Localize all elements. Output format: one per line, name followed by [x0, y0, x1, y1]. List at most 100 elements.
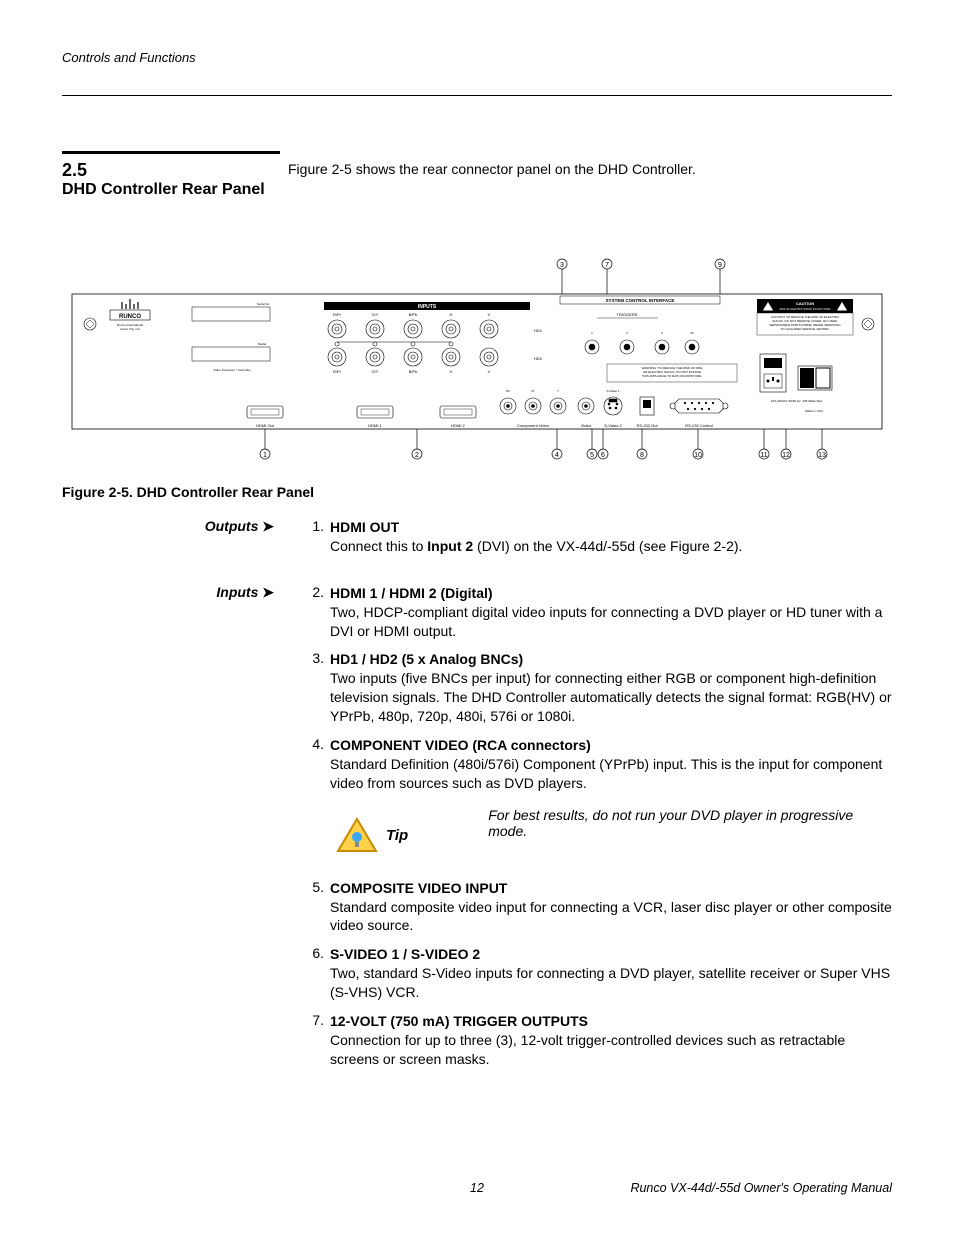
made-label: Made in USA	[805, 409, 823, 413]
callout-3: 3	[560, 262, 564, 269]
hdmi-out-label: HDMI Out	[256, 423, 275, 428]
section-number: 2.5	[62, 160, 280, 181]
svg-text:G/Y: G/Y	[372, 312, 379, 317]
svg-text:CAUTION: CAUTION	[796, 301, 814, 306]
brand-name: RUNCO	[119, 314, 141, 320]
list-item: 2. HDMI 1 / HDMI 2 (Digital) Two, HDCP-c…	[308, 584, 892, 641]
hd2-label: HD2	[534, 356, 543, 361]
sci-label: SYSTEM CONTROL INTERFACE	[606, 298, 675, 303]
svg-text:TO QUALIFIED SERVICE CENTER.: TO QUALIFIED SERVICE CENTER.	[781, 327, 830, 331]
item-title: COMPOSITE VIDEO INPUT	[330, 879, 892, 898]
callout-10: 10	[694, 452, 702, 459]
doc-title: Runco VX-44d/-55d Owner's Operating Manu…	[630, 1181, 892, 1195]
video-label: Video	[581, 423, 592, 428]
item-desc: Connection for up to three (3), 12-volt …	[330, 1031, 892, 1069]
svg-text:RISK OF ELECTRIC SHOCK DO NOT: RISK OF ELECTRIC SHOCK DO NOT OPEN	[780, 308, 831, 311]
outputs-label: Outputs	[205, 518, 259, 534]
item-desc: Standard composite video input for conne…	[330, 898, 892, 936]
list-item: 4. COMPONENT VIDEO (RCA connectors) Stan…	[308, 736, 892, 793]
rs232out-label: RS-232 Out	[636, 423, 658, 428]
svg-text:V: V	[488, 369, 491, 374]
list-item: 6. S-VIDEO 1 / S-VIDEO 2 Two, standard S…	[308, 945, 892, 1002]
callout-13: 13	[818, 452, 826, 459]
page-header: Controls and Functions	[62, 50, 892, 96]
section-path: Controls and Functions	[62, 50, 196, 65]
item-title: HDMI OUT	[330, 518, 892, 537]
item-number: 7.	[308, 1012, 330, 1069]
svg-text:THIS APPLIANCE TO RAIN OR MOIS: THIS APPLIANCE TO RAIN OR MOISTURE.	[642, 374, 702, 378]
svg-text:R/Pr: R/Pr	[333, 369, 342, 374]
item-number: 1.	[308, 518, 330, 556]
section-rule	[62, 151, 280, 154]
item-desc: Standard Definition (480i/576i) Componen…	[330, 755, 892, 793]
page-number: 12	[470, 1181, 484, 1195]
item-desc: Two, standard S-Video inputs for connect…	[330, 964, 892, 1002]
sv1-label: S-Video 1	[606, 389, 619, 393]
hd1-label: HD1	[534, 328, 543, 333]
sv2-label: S-Video 2	[604, 423, 622, 428]
arrow-icon: ➤	[262, 518, 274, 534]
arrow-icon: ➤	[262, 584, 274, 600]
list-item: 7. 12-VOLT (750 mA) TRIGGER OUTPUTS Conn…	[308, 1012, 892, 1069]
hdmi1-label: HDMI 1	[368, 423, 382, 428]
item-title: COMPONENT VIDEO (RCA connectors)	[330, 736, 892, 755]
list-item: 5. COMPOSITE VIDEO INPUT Standard compos…	[308, 879, 892, 936]
item-desc: Two inputs (five BNCs per input) for con…	[330, 669, 892, 726]
model-label: Model	[258, 342, 267, 346]
component-label: Component Video	[517, 423, 550, 428]
callout-6: 6	[601, 452, 605, 459]
callout-2: 2	[415, 452, 419, 459]
callout-7: 7	[605, 262, 609, 269]
callout-8: 8	[640, 452, 644, 459]
inputs-label: Inputs	[216, 584, 258, 600]
hdmi2-label: HDMI 2	[451, 423, 465, 428]
item-title: 12-VOLT (750 mA) TRIGGER OUTPUTS	[330, 1012, 892, 1031]
item-desc: Connect this to Input 2 (DVI) on the VX-…	[330, 537, 892, 556]
svg-text:B/Pb: B/Pb	[409, 312, 418, 317]
callout-4: 4	[555, 452, 559, 459]
rs232ctrl-label: RS-232 Control	[685, 423, 713, 428]
item-number: 4.	[308, 736, 330, 793]
callout-5: 5	[590, 452, 594, 459]
power-label: 100-230VAC 50/60 Hz, 195 Watts Max.	[771, 399, 823, 403]
figure-caption: Figure 2-5. DHD Controller Rear Panel	[62, 484, 892, 500]
section-heading-row: 2.5 DHD Controller Rear Panel Figure 2-5…	[62, 160, 892, 199]
svg-text:V: V	[488, 312, 491, 317]
item-number: 3.	[308, 650, 330, 726]
item-title: S-VIDEO 1 / S-VIDEO 2	[330, 945, 892, 964]
callout-11: 11	[760, 452, 767, 459]
tip-block: Tip For best results, do not run your DV…	[308, 817, 892, 855]
item-title: HD1 / HD2 (5 x Analog BNCs)	[330, 650, 892, 669]
outputs-block: Outputs ➤ 1. HDMI OUT Connect this to In…	[62, 518, 892, 566]
svg-text:B/Pb: B/Pb	[409, 369, 418, 374]
inputs-callout: Inputs ➤	[62, 584, 280, 601]
tip-icon	[336, 817, 378, 855]
svg-text:G/Y: G/Y	[372, 369, 379, 374]
proc-label: Video Processor / Controller	[213, 368, 250, 372]
section-title: DHD Controller Rear Panel	[62, 181, 280, 199]
triggers-label: TRIGGERS	[617, 312, 638, 317]
svg-text:R/Pr: R/Pr	[333, 312, 342, 317]
tip-text: For best results, do not run your DVD pl…	[488, 807, 892, 839]
item-title: HDMI 1 / HDMI 2 (Digital)	[330, 584, 892, 603]
outputs-callout: Outputs ➤	[62, 518, 280, 535]
section-heading: 2.5 DHD Controller Rear Panel	[62, 160, 280, 199]
callout-1: 1	[263, 452, 267, 459]
item-number: 2.	[308, 584, 330, 641]
svg-text:H: H	[450, 312, 453, 317]
item-desc: Two, HDCP-compliant digital video inputs…	[330, 603, 892, 641]
inputs-block: Inputs ➤ 2. HDMI 1 / HDMI 2 (Digital) Tw…	[62, 584, 892, 1079]
tip-label: Tip	[386, 827, 408, 844]
page-footer: 12 Runco VX-44d/-55d Owner's Operating M…	[62, 1181, 892, 1195]
item-number: 6.	[308, 945, 330, 1002]
inputs-banner: INPUTS	[418, 304, 437, 310]
callout-9: 9	[718, 262, 722, 269]
callout-12: 12	[782, 452, 790, 459]
svg-text:Y: Y	[557, 389, 559, 393]
list-item: 1. HDMI OUT Connect this to Input 2 (DVI…	[308, 518, 892, 556]
serial-label: Serial No.	[257, 302, 270, 306]
svg-text:H: H	[450, 369, 453, 374]
section-intro: Figure 2-5 shows the rear connector pane…	[280, 160, 892, 179]
rear-panel-diagram: 3 7 9 RUNCO Runco International Union Ci…	[62, 254, 892, 464]
item-number: 5.	[308, 879, 330, 936]
